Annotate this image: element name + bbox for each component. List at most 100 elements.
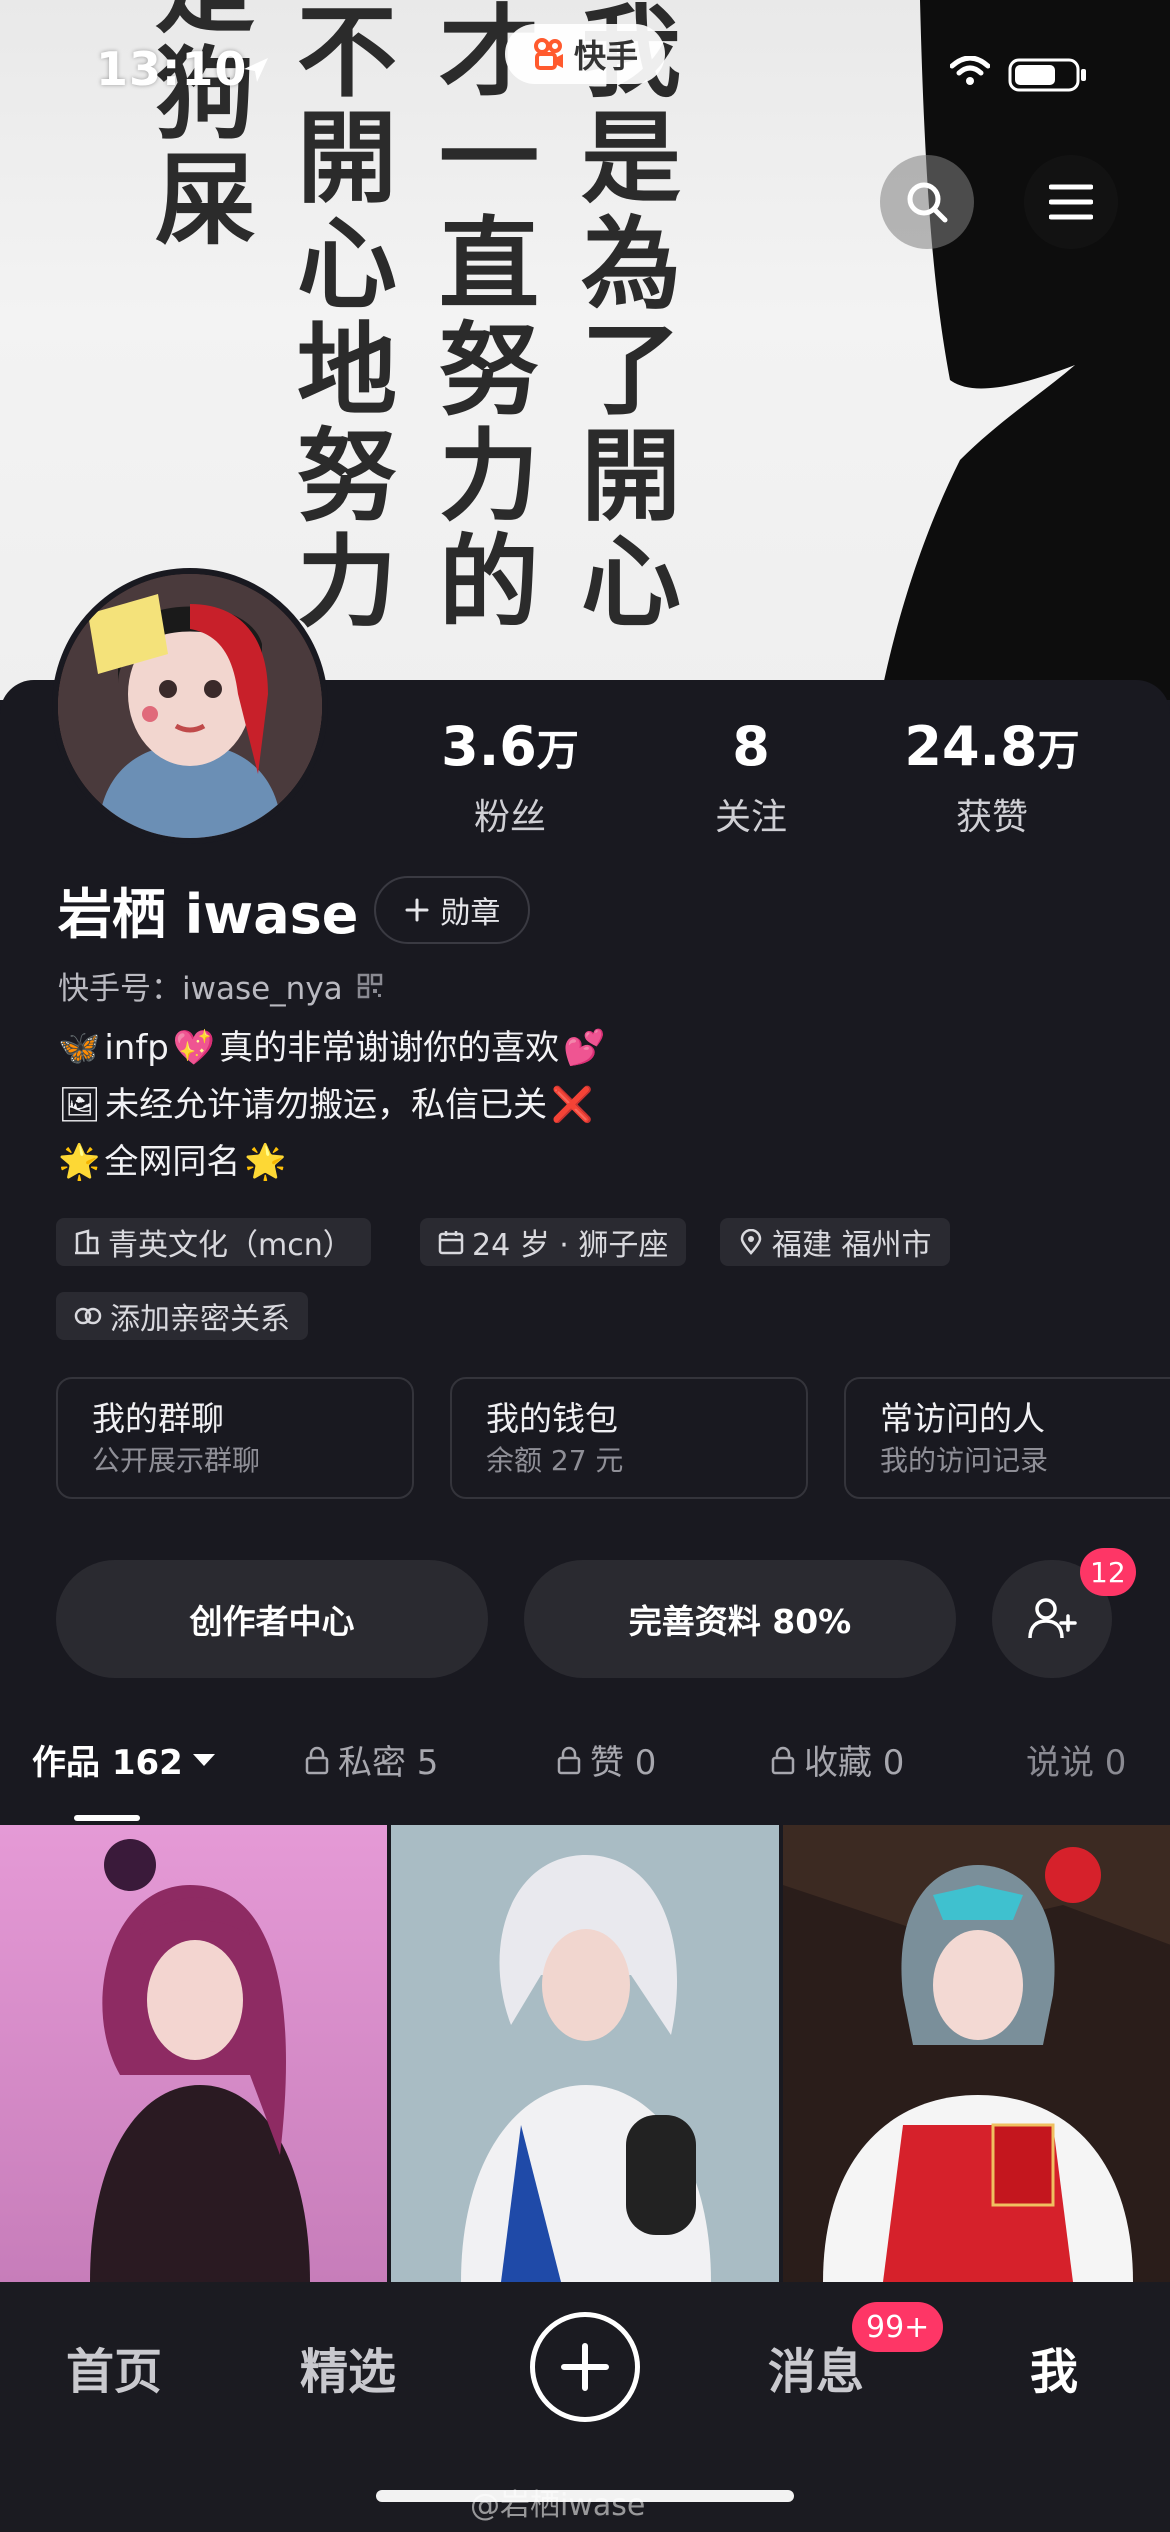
stat-label: 关注 bbox=[714, 797, 787, 838]
app-name: 快手 bbox=[573, 37, 638, 75]
star-icon: 🌟 bbox=[244, 1142, 287, 1182]
thumbnail-image bbox=[391, 1825, 779, 2282]
search-icon bbox=[907, 182, 948, 223]
kuaishou-id-text: 快手号：iwase_nya bbox=[58, 971, 343, 1007]
tab-label: 作品 162 bbox=[32, 1743, 183, 1783]
card-wallet[interactable]: 我的钱包 余额 27 元 bbox=[450, 1377, 808, 1499]
butterfly-icon: 🦋 bbox=[58, 1028, 101, 1068]
stat-value: 3.6万 bbox=[441, 715, 579, 778]
tag-location[interactable]: 福建 福州市 bbox=[720, 1218, 950, 1266]
card-subtitle: 公开展示群聊 bbox=[92, 1444, 261, 1477]
stat-value: 8 bbox=[732, 715, 770, 778]
link-icon bbox=[74, 1307, 102, 1325]
tag-age[interactable]: 24 岁 · 狮子座 bbox=[420, 1218, 687, 1266]
video-thumbnail[interactable] bbox=[391, 1825, 779, 2282]
building-icon bbox=[75, 1229, 99, 1255]
two-hearts-icon: 💕 bbox=[563, 1028, 606, 1068]
stat-label: 获赞 bbox=[955, 797, 1028, 838]
sparkle-heart-icon: 💖 bbox=[172, 1028, 216, 1068]
add-user-icon bbox=[1028, 1598, 1077, 1639]
plus-icon bbox=[561, 2343, 609, 2391]
tag-label: 24 岁 · 狮子座 bbox=[472, 1228, 669, 1263]
picture-icon: 🖼 bbox=[58, 1085, 102, 1125]
card-title: 我的群聊 bbox=[92, 1399, 224, 1438]
tag-add-relationship[interactable]: 添加亲密关系 bbox=[56, 1292, 308, 1340]
nav-featured[interactable]: 精选 bbox=[300, 2332, 396, 2402]
tab-label: 收藏 0 bbox=[804, 1743, 905, 1783]
tab-likes[interactable]: 赞 0 bbox=[556, 1735, 656, 1784]
followers-stat[interactable]: 3.6万 粉丝 bbox=[400, 712, 620, 840]
avatar-image bbox=[58, 574, 322, 838]
lock-icon bbox=[305, 1746, 329, 1774]
thumbnail-image bbox=[0, 1825, 388, 2282]
likes-stat[interactable]: 24.8万 获赞 bbox=[882, 712, 1102, 840]
active-tab-indicator bbox=[74, 1815, 140, 1821]
create-post-button[interactable] bbox=[530, 2312, 640, 2422]
tab-label: 赞 0 bbox=[590, 1743, 657, 1783]
card-frequent-visitors[interactable]: 常访问的人 我的访问记录 bbox=[844, 1377, 1170, 1499]
video-thumbnail[interactable] bbox=[782, 1825, 1170, 2282]
card-group-chats[interactable]: 我的群聊 公开展示群聊 bbox=[56, 1377, 414, 1499]
tab-label: 私密 5 bbox=[338, 1743, 439, 1783]
tab-moments[interactable]: 说说 0 bbox=[1026, 1735, 1126, 1784]
star-icon: 🌟 bbox=[58, 1142, 101, 1182]
avatar[interactable] bbox=[52, 568, 328, 844]
search-button[interactable] bbox=[880, 155, 974, 249]
wifi-icon bbox=[950, 56, 990, 85]
tab-private[interactable]: 私密 5 bbox=[304, 1735, 438, 1784]
menu-button[interactable] bbox=[1024, 155, 1118, 249]
kuaishou-logo-icon bbox=[533, 38, 563, 70]
bio-text: infp bbox=[104, 1028, 169, 1068]
location-arrow-icon bbox=[244, 58, 268, 82]
card-subtitle: 余额 27 元 bbox=[486, 1444, 624, 1477]
bio-line: 🖼 未经允许请勿搬运，私信已关 ❌ bbox=[58, 1077, 606, 1134]
app-source-pill[interactable]: 快手 bbox=[505, 24, 665, 84]
friend-request-badge: 12 bbox=[1080, 1548, 1136, 1596]
caret-down-icon bbox=[192, 1753, 215, 1766]
name-row: 岩栖 iwase 勋章 bbox=[58, 870, 531, 949]
calendar-icon bbox=[438, 1231, 464, 1255]
works-grid bbox=[0, 1825, 1170, 2282]
badge-button[interactable]: 勋章 bbox=[374, 875, 531, 944]
lock-icon bbox=[557, 1746, 581, 1774]
nav-messages[interactable]: 消息 bbox=[768, 2332, 864, 2402]
card-title: 我的钱包 bbox=[486, 1399, 618, 1438]
watermark: @岩栖iwase bbox=[470, 2488, 646, 2523]
status-time: 13:10 bbox=[96, 42, 248, 96]
bio-line: 🦋 infp 💖 真的非常谢谢你的喜欢 💕 bbox=[58, 1020, 606, 1077]
profile-screen: 我 是 為 了 開 心 才 一 直 努 力 的 不 開 心 地 努 力 bbox=[0, 0, 1170, 2532]
profile-name: 岩栖 iwase bbox=[58, 883, 359, 946]
bio-text: 全网同名 bbox=[104, 1142, 241, 1182]
tab-works[interactable]: 作品 162 bbox=[32, 1735, 217, 1784]
kuaishou-id[interactable]: 快手号：iwase_nya bbox=[58, 963, 383, 1008]
card-title: 常访问的人 bbox=[880, 1399, 1045, 1438]
nav-home[interactable]: 首页 bbox=[66, 2332, 162, 2402]
tag-label: 福建 福州市 bbox=[772, 1228, 932, 1263]
stat-value: 24.8万 bbox=[904, 715, 1080, 778]
following-stat[interactable]: 8 关注 bbox=[641, 712, 861, 840]
plus-icon bbox=[405, 898, 429, 921]
video-thumbnail[interactable] bbox=[0, 1825, 388, 2282]
menu-icon bbox=[1049, 184, 1093, 220]
bio-line: 🌟 全网同名 🌟 bbox=[58, 1134, 606, 1191]
tag-label: 青英文化（mcn） bbox=[108, 1228, 353, 1263]
cross-mark-icon: ❌ bbox=[551, 1085, 594, 1125]
location-icon bbox=[740, 1229, 762, 1255]
tab-label: 说说 0 bbox=[1026, 1743, 1127, 1783]
stat-label: 粉丝 bbox=[473, 797, 546, 838]
badge-label: 勋章 bbox=[440, 895, 501, 931]
complete-profile-button[interactable]: 完善资料 80% bbox=[524, 1560, 956, 1678]
tag-mcn[interactable]: 青英文化（mcn） bbox=[56, 1218, 371, 1266]
bio-text: 未经允许请勿搬运，私信已关 bbox=[105, 1085, 548, 1125]
content-tabs: 作品 162 私密 5 赞 0 收藏 0 说说 0 bbox=[0, 1735, 1170, 1825]
card-subtitle: 我的访问记录 bbox=[880, 1444, 1049, 1477]
thumbnail-image bbox=[782, 1825, 1170, 2282]
bio: 🦋 infp 💖 真的非常谢谢你的喜欢 💕 🖼 未经允许请勿搬运，私信已关 ❌ … bbox=[58, 1020, 606, 1191]
creator-center-button[interactable]: 创作者中心 bbox=[56, 1560, 488, 1678]
battery-icon bbox=[1008, 58, 1086, 92]
tab-favorites[interactable]: 收藏 0 bbox=[770, 1735, 904, 1784]
messages-badge: 99+ bbox=[852, 2302, 944, 2352]
nav-me[interactable]: 我 bbox=[1030, 2332, 1078, 2402]
qr-code-icon[interactable] bbox=[357, 973, 383, 999]
bio-text: 真的非常谢谢你的喜欢 bbox=[219, 1028, 560, 1068]
